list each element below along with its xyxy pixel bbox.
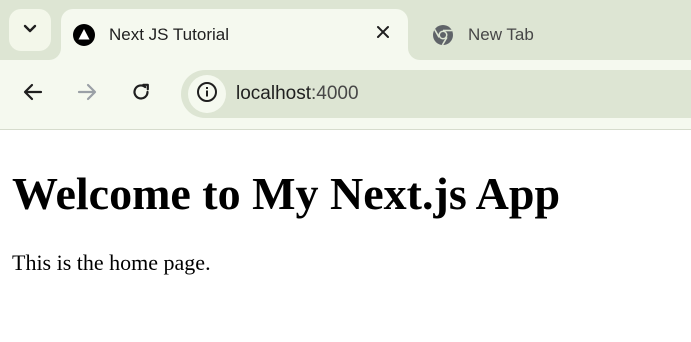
tab-strip: Next JS Tutorial New Tab xyxy=(0,0,691,60)
back-button[interactable] xyxy=(16,77,50,111)
tab-new-tab[interactable]: New Tab xyxy=(420,9,680,60)
tab-title: Next JS Tutorial xyxy=(109,24,229,44)
tab-title: New Tab xyxy=(468,24,534,44)
info-icon xyxy=(196,81,218,108)
arrow-right-icon xyxy=(77,83,97,106)
close-icon[interactable] xyxy=(372,21,394,43)
address-bar[interactable]: localhost:4000 xyxy=(181,70,691,118)
tab-search-button[interactable] xyxy=(9,9,51,51)
reload-icon xyxy=(131,82,151,107)
page-paragraph: This is the home page. xyxy=(12,250,211,275)
url-port: :4000 xyxy=(311,83,359,104)
nextjs-triangle-icon xyxy=(73,23,95,46)
page-heading: Welcome to My Next.js App xyxy=(12,168,561,219)
forward-button[interactable] xyxy=(70,77,104,111)
chrome-icon xyxy=(432,24,454,46)
arrow-left-icon xyxy=(23,83,43,106)
page-content: Welcome to My Next.js App This is the ho… xyxy=(0,131,691,342)
reload-button[interactable] xyxy=(124,77,158,111)
tab-next-js-tutorial[interactable]: Next JS Tutorial xyxy=(61,9,408,60)
url-host: localhost xyxy=(236,83,311,104)
browser-toolbar: localhost:4000 xyxy=(0,60,691,130)
chevron-down-icon xyxy=(23,21,37,39)
url-text: localhost:4000 xyxy=(236,83,359,105)
site-info-button[interactable] xyxy=(188,75,226,113)
